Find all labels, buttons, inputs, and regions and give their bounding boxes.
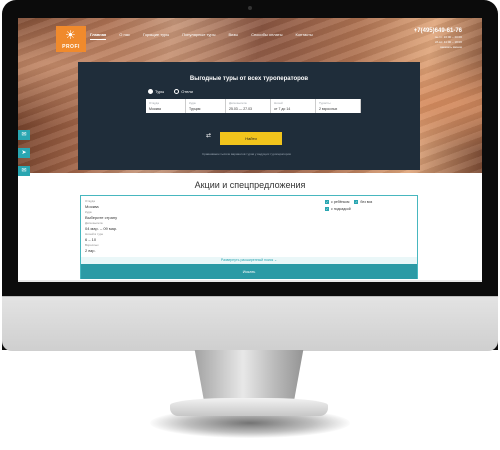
side-button-chat[interactable]: ✉ [18, 130, 30, 140]
filter-label: Дата вылета [85, 221, 103, 225]
field-label: Куда [189, 101, 196, 105]
sun-icon: ☀ [65, 28, 76, 42]
telegram-icon: ➤ [21, 150, 27, 156]
radio-dot-unchecked [174, 89, 180, 94]
nav-item-home[interactable]: Главная [90, 32, 107, 40]
mail-icon: ✉ [21, 168, 27, 174]
field-value: Москва [149, 107, 161, 111]
side-button-telegram[interactable]: ➤ [18, 148, 30, 158]
filter-value: Москва [85, 204, 99, 209]
field-value: от 7 до 14 [274, 107, 291, 111]
field-label: Ночей [274, 101, 283, 105]
monitor-stand [194, 350, 304, 402]
checkbox-label: с ребёнком [331, 200, 350, 204]
filter-checkboxes: ✓ с ребёнком ✓ без виз ✓ с подсадкой [325, 200, 376, 214]
field-nights[interactable]: Ночей от 7 до 14 [271, 99, 316, 113]
chat-icon: ✉ [21, 132, 27, 138]
radio-tours-label: Туры [155, 89, 165, 94]
camera-dot [248, 6, 252, 10]
checkbox-with-child[interactable]: ✓ с ребёнком [325, 200, 349, 204]
check-icon: ✓ [354, 200, 359, 204]
check-icon: ✓ [325, 200, 329, 204]
radio-tours[interactable]: Туры [148, 89, 164, 94]
nav-item-hot-tours[interactable]: Горящие туры [143, 32, 169, 40]
site-logo[interactable]: ☀ PROFI [56, 26, 86, 52]
filter-value: 2 взр. [85, 248, 96, 253]
section-title: Акции и спецпредложения [194, 180, 306, 190]
working-hours-weekdays: пн-пт: 10:00 – 20:00 [434, 35, 462, 39]
working-hours-weekend: сб-вс: 11:00 – 18:00 [434, 40, 462, 44]
filter-label: Куда [85, 210, 92, 214]
filter-label: Откуда [85, 199, 95, 203]
checkbox-no-visa[interactable]: ✓ без виз [354, 200, 372, 204]
nav-item-contacts[interactable]: Контакты [296, 32, 313, 40]
monitor-chin [2, 296, 498, 351]
filter-adults[interactable]: Взрослых 2 взр. [85, 243, 99, 253]
main-nav: Главная О нас Горящие туры Популярные ту… [90, 32, 326, 40]
nav-item-visas[interactable]: Визы [228, 32, 238, 40]
filter-label: Ночей в туре [85, 232, 104, 236]
field-value: 25.03 — 27.03 [229, 107, 252, 111]
radio-dot-checked [148, 89, 153, 94]
phone-number[interactable]: +7(495)649-61-76 [414, 28, 462, 34]
field-tourists[interactable]: Туристы 2 взрослых [316, 99, 361, 113]
nav-item-about[interactable]: О нас [119, 32, 130, 40]
search-title: Выгодные туры от всех туроператоров [189, 76, 309, 82]
search-type-radios: Туры Отели [148, 89, 193, 94]
filter-label: Взрослых [85, 243, 99, 247]
search-offers-button[interactable]: Искать [81, 264, 417, 279]
checkbox-label: без виз [360, 200, 373, 204]
website-screen: ☀ PROFI Главная О нас Горящие туры Попул… [18, 18, 482, 282]
expand-label: Развернуть расширенный поиск [220, 258, 274, 262]
field-value: 2 взрослых [319, 107, 338, 111]
transfer-icon: ⇄ [206, 133, 212, 139]
field-label: Откуда [149, 101, 159, 105]
field-dates[interactable]: Дата вылета 25.03 — 27.03 [226, 99, 271, 113]
tour-search-panel: Выгодные туры от всех туроператоров Туры… [78, 62, 420, 170]
screen-bottom-edge [18, 280, 482, 282]
field-label: Туристы [319, 101, 331, 105]
logo-text: PROFI [62, 44, 80, 50]
contact-block: +7(495)649-61-76 пн-пт: 10:00 – 20:00 сб… [414, 28, 462, 49]
filter-nights[interactable]: Ночей в туре 6 – 10 [85, 232, 103, 242]
search-hint: Сравниваем тысячи вариантов туров у веду… [202, 152, 291, 156]
filter-dates[interactable]: Дата вылета 04 мар. – 09 мар. [85, 221, 117, 231]
nav-item-popular-tours[interactable]: Популярные туры [182, 32, 215, 40]
nav-item-payment[interactable]: Способы оплаты [251, 32, 282, 40]
filter-value: Выберите страну [85, 215, 118, 220]
radio-hotels-label: Отели [181, 89, 193, 94]
filter-departure[interactable]: Откуда Москва [85, 199, 99, 209]
check-icon: ✓ [325, 207, 329, 211]
field-label: Дата вылета [229, 101, 247, 105]
checkbox-transfer[interactable]: ✓ с подсадкой [325, 207, 351, 211]
chevron-down-icon: ⌄ [274, 258, 278, 262]
monitor-stand-base [170, 398, 328, 416]
filter-destination[interactable]: Куда Выберите страну [85, 210, 117, 220]
field-value: Турция [189, 107, 201, 111]
find-button[interactable]: Найти [220, 132, 282, 145]
offers-filter-panel: Откуда Москва Куда Выберите страну Дата … [80, 195, 418, 279]
side-button-email[interactable]: ✉ [18, 166, 30, 176]
expand-advanced-search[interactable]: Развернуть расширенный поиск ⌄ [81, 257, 417, 264]
checkbox-label: с подсадкой [331, 207, 351, 211]
field-destination[interactable]: Куда Турция [186, 99, 226, 113]
filter-value: 6 – 10 [85, 237, 97, 242]
callback-link[interactable]: заказать звонок [414, 45, 462, 49]
search-fields: Откуда Москва Куда Турция Дата вылета 25… [146, 99, 361, 113]
radio-hotels[interactable]: Отели [174, 89, 193, 94]
field-departure-city[interactable]: Откуда Москва [146, 99, 186, 113]
filter-value: 04 мар. – 09 мар. [85, 226, 118, 231]
